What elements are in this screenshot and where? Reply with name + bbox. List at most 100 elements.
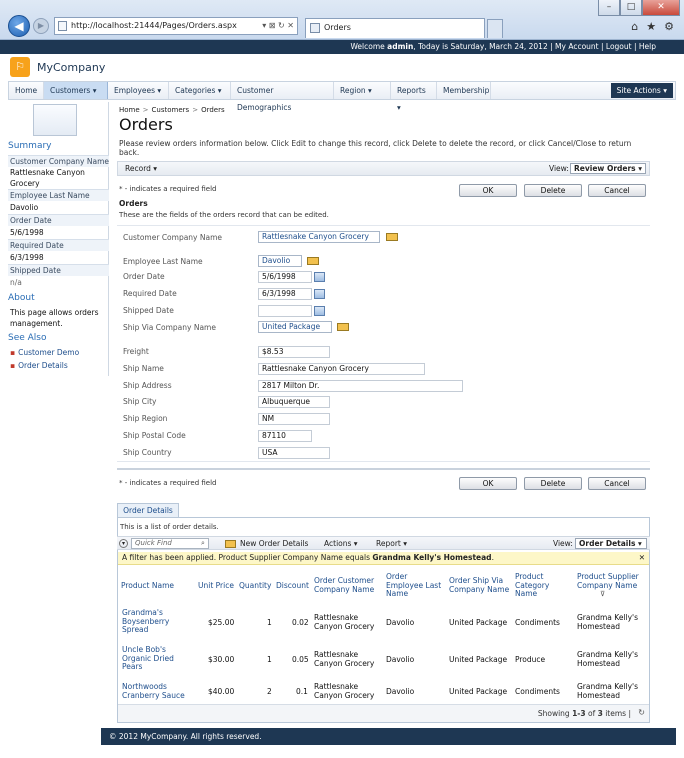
- col-header[interactable]: Product Supplier Company Name: [577, 572, 645, 590]
- my-account-link[interactable]: My Account: [555, 42, 599, 51]
- help-link[interactable]: Help: [639, 42, 656, 51]
- view-select[interactable]: Review Orders ▾: [570, 163, 646, 174]
- see-also-customer-demo[interactable]: Customer Demo: [10, 348, 79, 357]
- col-header[interactable]: Unit Price: [198, 581, 234, 591]
- table-cell: United Package: [449, 687, 508, 696]
- menu-home[interactable]: Home: [9, 82, 45, 99]
- maximize-button[interactable]: □: [620, 0, 642, 16]
- ship-name-input[interactable]: Rattlesnake Canyon Grocery: [258, 363, 425, 375]
- brand-name: MyCompany: [37, 61, 106, 74]
- delete-button[interactable]: Delete: [524, 184, 582, 197]
- breadcrumb-home[interactable]: Home: [119, 106, 140, 114]
- refresh-icon[interactable]: ↻: [638, 708, 645, 717]
- report-menu[interactable]: Report ▾: [376, 539, 407, 548]
- delete-button[interactable]: Delete: [524, 477, 582, 490]
- lookup-icon[interactable]: [337, 323, 349, 331]
- home-icon[interactable]: ⌂: [631, 20, 638, 33]
- ship-country-input[interactable]: USA: [258, 447, 330, 459]
- ship-region-input[interactable]: NM: [258, 413, 330, 425]
- col-header[interactable]: Quantity: [239, 581, 271, 591]
- ship-region-label: Ship Region: [123, 414, 168, 423]
- tab-order-details[interactable]: Order Details: [117, 503, 179, 517]
- shipped-date-input[interactable]: [258, 305, 312, 317]
- new-tab-button[interactable]: [487, 19, 503, 38]
- see-also-order-details[interactable]: Order Details: [10, 361, 68, 370]
- table-cell[interactable]: Grandma's Boysenberry Spread: [122, 608, 184, 635]
- customer-company-lookup[interactable]: Rattlesnake Canyon Grocery: [258, 231, 380, 243]
- ok-button[interactable]: OK: [459, 184, 517, 197]
- url-text: http://localhost:21444/Pages/Orders.aspx: [71, 21, 237, 30]
- freight-input[interactable]: $8.53: [258, 346, 330, 358]
- browser-tools: ⌂ ★ ⚙: [631, 20, 674, 33]
- table-cell[interactable]: Northwoods Cranberry Sauce: [122, 682, 188, 700]
- close-button[interactable]: ✕: [642, 0, 680, 16]
- tab-title: Orders: [324, 23, 351, 32]
- ship-postal-input[interactable]: 87110: [258, 430, 312, 442]
- col-header[interactable]: Order Ship Via Company Name: [449, 576, 511, 594]
- table-cell: Grandma Kelly's Homestead: [577, 650, 639, 668]
- ship-via-lookup[interactable]: United Package: [258, 321, 332, 333]
- showing-range: 1-3: [572, 709, 586, 718]
- refresh-icon[interactable]: ▾ ⊠ ↻ ✕: [262, 18, 294, 34]
- required-note: * - indicates a required field: [119, 185, 217, 193]
- filter-icon[interactable]: ⊽: [600, 590, 605, 598]
- record-menu[interactable]: Record ▾: [125, 164, 157, 173]
- required-date-input[interactable]: 6/3/1998: [258, 288, 312, 300]
- col-header[interactable]: Order Employee Last Name: [386, 572, 446, 599]
- summary-value: Davolio: [10, 203, 39, 212]
- employee-lookup[interactable]: Davolio: [258, 255, 302, 267]
- menu-reports[interactable]: Reports ▾: [391, 82, 437, 112]
- actions-menu[interactable]: Actions ▾: [324, 539, 358, 548]
- table-cell[interactable]: Uncle Bob's Organic Dried Pears: [122, 645, 184, 672]
- minimize-button[interactable]: –: [598, 0, 620, 16]
- lookup-icon[interactable]: [307, 257, 319, 265]
- col-header[interactable]: Product Category Name: [515, 572, 561, 599]
- forward-button[interactable]: ▶: [33, 18, 49, 34]
- menu-customers[interactable]: Customers ▾: [44, 82, 108, 99]
- menu-region[interactable]: Region ▾: [334, 82, 391, 99]
- user-name: admin: [387, 42, 414, 51]
- chevron-down-icon[interactable]: ▾: [119, 539, 128, 548]
- favorites-icon[interactable]: ★: [646, 20, 656, 33]
- site-actions-button[interactable]: Site Actions ▾: [610, 83, 673, 98]
- menu-employees[interactable]: Employees ▾: [108, 82, 169, 99]
- search-icon[interactable]: ⌕: [201, 539, 205, 548]
- top-bar: Welcome admin, Today is Saturday, March …: [0, 40, 684, 54]
- ship-address-input[interactable]: 2817 Milton Dr.: [258, 380, 463, 392]
- required-note: * - indicates a required field: [119, 479, 217, 487]
- ship-address-label: Ship Address: [123, 381, 172, 390]
- filter-text: A filter has been applied. Product Suppl…: [122, 553, 373, 562]
- details-view-select[interactable]: Order Details ▾: [575, 538, 647, 549]
- calendar-icon[interactable]: [314, 289, 325, 299]
- lookup-icon[interactable]: [386, 233, 398, 241]
- order-date-input[interactable]: 5/6/1998: [258, 271, 312, 283]
- calendar-icon[interactable]: [314, 272, 325, 282]
- freight-label: Freight: [123, 347, 149, 356]
- breadcrumb-customers[interactable]: Customers: [152, 106, 190, 114]
- cancel-button[interactable]: Cancel: [588, 184, 646, 197]
- col-header[interactable]: Order Customer Company Name: [314, 576, 382, 594]
- col-header[interactable]: Product Name: [121, 581, 174, 591]
- new-order-details-button[interactable]: New Order Details: [240, 539, 308, 548]
- logout-link[interactable]: Logout: [606, 42, 632, 51]
- table-cell: Condiments: [515, 687, 560, 696]
- menu-categories[interactable]: Categories ▾: [169, 82, 231, 99]
- address-bar[interactable]: http://localhost:21444/Pages/Orders.aspx…: [54, 17, 298, 35]
- col-header[interactable]: Discount: [276, 581, 309, 591]
- table-cell: Rattlesnake Canyon Grocery: [314, 650, 375, 668]
- ok-button[interactable]: OK: [459, 477, 517, 490]
- ship-city-input[interactable]: Albuquerque: [258, 396, 330, 408]
- table-cell: Davolio: [386, 687, 415, 696]
- close-icon[interactable]: ✕: [639, 552, 645, 564]
- back-button[interactable]: ◀: [8, 15, 30, 37]
- calendar-icon[interactable]: [314, 306, 325, 316]
- browser-tab-orders[interactable]: Orders: [305, 18, 485, 38]
- quick-find-input[interactable]: Quick Find: [131, 538, 209, 549]
- gear-icon[interactable]: ⚙: [664, 20, 674, 33]
- showing-text: Showing 1-3 of 3 items |: [538, 709, 631, 718]
- menu-customer-demographics[interactable]: Customer Demographics: [231, 82, 334, 112]
- menu-membership[interactable]: Membership: [437, 82, 491, 99]
- section-title: Orders: [119, 199, 148, 208]
- view-label: View:: [553, 539, 573, 548]
- cancel-button[interactable]: Cancel: [588, 477, 646, 490]
